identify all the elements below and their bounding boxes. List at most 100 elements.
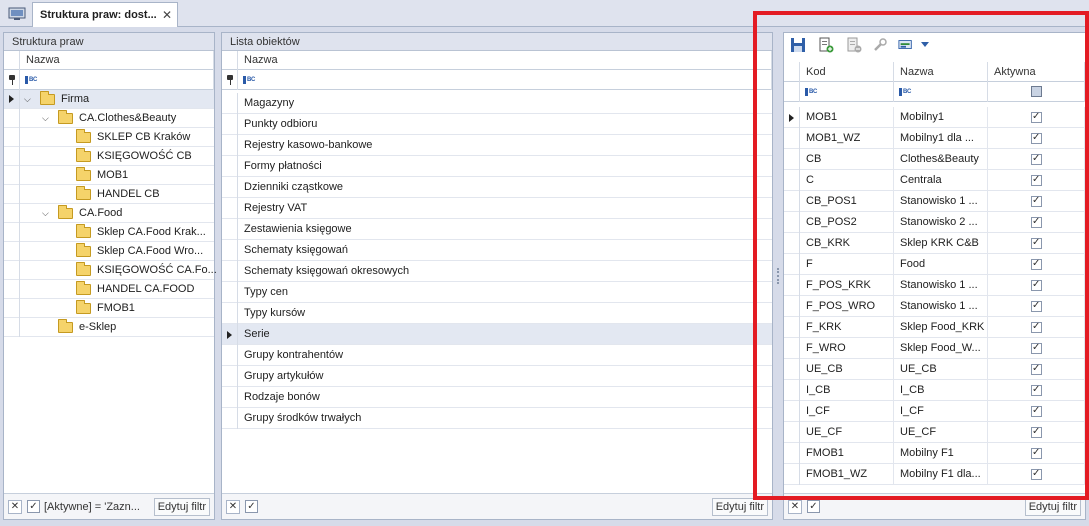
active-checkbox[interactable] xyxy=(1031,383,1042,397)
filter-cell-nazwa[interactable]: BC xyxy=(238,70,772,90)
chevron-down-icon[interactable]: ⌵ xyxy=(24,90,31,109)
active-checkbox[interactable] xyxy=(1031,152,1042,166)
active-checkbox[interactable] xyxy=(1031,173,1042,187)
table-row[interactable]: FMOB1 Mobilny F1 xyxy=(784,443,1085,464)
active-checkbox[interactable] xyxy=(1031,299,1042,313)
column-header-aktywna[interactable]: Aktywna xyxy=(988,62,1085,82)
filter-checkbox[interactable] xyxy=(1031,86,1042,97)
filter-cell-aktywna[interactable] xyxy=(988,82,1085,102)
table-row[interactable]: F_POS_KRK Stanowisko 1 ... xyxy=(784,275,1085,296)
edit-filter-button[interactable]: Edytuj filtr xyxy=(153,498,210,516)
list-item[interactable]: Dzienniki cząstkowe xyxy=(222,177,772,198)
active-checkbox[interactable] xyxy=(1031,446,1042,460)
filter-cell-nazwa[interactable]: BC xyxy=(20,70,214,90)
table-row[interactable]: F_KRK Sklep Food_KRK xyxy=(784,317,1085,338)
chevron-down-icon[interactable]: ⌵ xyxy=(42,109,49,128)
table-row[interactable]: F_WRO Sklep Food_W... xyxy=(784,338,1085,359)
table-row[interactable]: F Food xyxy=(784,254,1085,275)
active-checkbox[interactable] xyxy=(1031,110,1042,124)
tree-node[interactable]: Sklep CA.Food Krak... xyxy=(4,223,214,242)
list-item[interactable]: Grupy kontrahentów xyxy=(222,345,772,366)
tree-node[interactable]: Sklep CA.Food Wro... xyxy=(4,242,214,261)
active-checkbox[interactable] xyxy=(1031,131,1042,145)
active-checkbox[interactable] xyxy=(1031,257,1042,271)
active-checkbox[interactable] xyxy=(1031,425,1042,439)
tree-node[interactable]: ⌵ CA.Food xyxy=(4,204,214,223)
list-item[interactable]: Schematy księgowań okresowych xyxy=(222,261,772,282)
dropdown-arrow-icon[interactable] xyxy=(921,42,929,48)
tree-node[interactable]: ⌵ CA.Clothes&Beauty xyxy=(4,109,214,128)
clear-filter-button[interactable]: ✕ xyxy=(8,500,22,514)
chevron-down-icon[interactable]: ⌵ xyxy=(42,204,49,223)
tree-node[interactable]: ⌵ Firma xyxy=(4,90,214,109)
tree-node[interactable]: KSIĘGOWOŚĆ CA.Fo... xyxy=(4,261,217,280)
add-icon[interactable] xyxy=(818,37,834,53)
filter-cell-kod[interactable]: BC xyxy=(800,82,894,102)
table-row[interactable]: CB Clothes&Beauty xyxy=(784,149,1085,170)
tree-node[interactable]: HANDEL CB xyxy=(4,185,214,204)
table-row[interactable]: CB_POS2 Stanowisko 2 ... xyxy=(784,212,1085,233)
tree-node[interactable]: HANDEL CA.FOOD xyxy=(4,280,214,299)
clear-filter-button[interactable]: ✕ xyxy=(788,500,802,514)
active-checkbox[interactable] xyxy=(1031,236,1042,250)
table-row[interactable]: MOB1_WZ Mobilny1 dla ... xyxy=(784,128,1085,149)
table-row[interactable]: CB_KRK Sklep KRK C&B xyxy=(784,233,1085,254)
column-header-nazwa[interactable]: Nazwa xyxy=(894,62,988,82)
list-item[interactable]: Rodzaje bonów xyxy=(222,387,772,408)
edit-filter-button[interactable]: Edytuj filtr xyxy=(711,498,768,516)
tab-struktura-praw[interactable]: Struktura praw: dost... ✕ xyxy=(32,2,178,27)
filter-enabled-checkbox[interactable]: ✓ xyxy=(245,500,258,513)
filter-enabled-checkbox[interactable]: ✓ xyxy=(807,500,820,513)
list-item[interactable]: Grupy artykułów xyxy=(222,366,772,387)
tree-node[interactable]: SKLEP CB Kraków xyxy=(4,128,214,147)
tree-node[interactable]: e-Sklep xyxy=(4,318,214,337)
table-row[interactable]: I_CF I_CF xyxy=(784,401,1085,422)
column-header-nazwa[interactable]: Nazwa xyxy=(238,51,772,70)
table-row[interactable]: F_POS_WRO Stanowisko 1 ... xyxy=(784,296,1085,317)
table-row[interactable]: MOB1 Mobilny1 xyxy=(784,107,1085,128)
column-header-nazwa[interactable]: Nazwa xyxy=(20,51,214,70)
list-item[interactable]: Magazyny xyxy=(222,93,772,114)
table-row[interactable]: I_CB I_CB xyxy=(784,380,1085,401)
table-row[interactable]: UE_CB UE_CB xyxy=(784,359,1085,380)
table-row[interactable]: CB_POS1 Stanowisko 1 ... xyxy=(784,191,1085,212)
filter-enabled-checkbox[interactable]: ✓ xyxy=(27,500,40,513)
save-icon[interactable] xyxy=(790,37,806,53)
wrench-icon[interactable] xyxy=(872,37,888,53)
app-menu-icon[interactable] xyxy=(4,3,30,25)
list-item[interactable]: Serie xyxy=(222,324,772,345)
pin-icon[interactable] xyxy=(9,75,15,85)
active-checkbox[interactable] xyxy=(1031,362,1042,376)
clear-filter-button[interactable]: ✕ xyxy=(226,500,240,514)
active-checkbox[interactable] xyxy=(1031,320,1042,334)
close-icon[interactable]: ✕ xyxy=(162,8,172,22)
active-checkbox[interactable] xyxy=(1031,467,1042,481)
column-header-kod[interactable]: Kod xyxy=(800,62,894,82)
tree-node[interactable]: MOB1 xyxy=(4,166,214,185)
list-item[interactable]: Punkty odbioru xyxy=(222,114,772,135)
list-item[interactable]: Schematy księgowań xyxy=(222,240,772,261)
list-item[interactable]: Typy cen xyxy=(222,282,772,303)
pin-icon[interactable] xyxy=(227,75,233,85)
list-item[interactable]: Typy kursów xyxy=(222,303,772,324)
table-row[interactable]: UE_CF UE_CF xyxy=(784,422,1085,443)
edit-filter-button[interactable]: Edytuj filtr xyxy=(1024,498,1081,516)
list-item[interactable]: Formy płatności xyxy=(222,156,772,177)
list-item[interactable]: Rejestry VAT xyxy=(222,198,772,219)
splitter-grip[interactable] xyxy=(777,268,780,284)
export-icon[interactable] xyxy=(898,37,914,53)
tree-node[interactable]: FMOB1 xyxy=(4,299,214,318)
table-row[interactable]: C Centrala xyxy=(784,170,1085,191)
list-item[interactable]: Zestawienia księgowe xyxy=(222,219,772,240)
filter-cell-nazwa[interactable]: BC xyxy=(894,82,988,102)
list-item[interactable]: Rejestry kasowo-bankowe xyxy=(222,135,772,156)
delete-icon[interactable] xyxy=(846,37,862,53)
active-checkbox[interactable] xyxy=(1031,341,1042,355)
active-checkbox[interactable] xyxy=(1031,404,1042,418)
list-item[interactable]: Grupy środków trwałych xyxy=(222,408,772,429)
active-checkbox[interactable] xyxy=(1031,278,1042,292)
table-row[interactable]: FMOB1_WZ Mobilny F1 dla... xyxy=(784,464,1085,485)
active-checkbox[interactable] xyxy=(1031,215,1042,229)
tree-node[interactable]: KSIĘGOWOŚĆ CB xyxy=(4,147,214,166)
active-checkbox[interactable] xyxy=(1031,194,1042,208)
